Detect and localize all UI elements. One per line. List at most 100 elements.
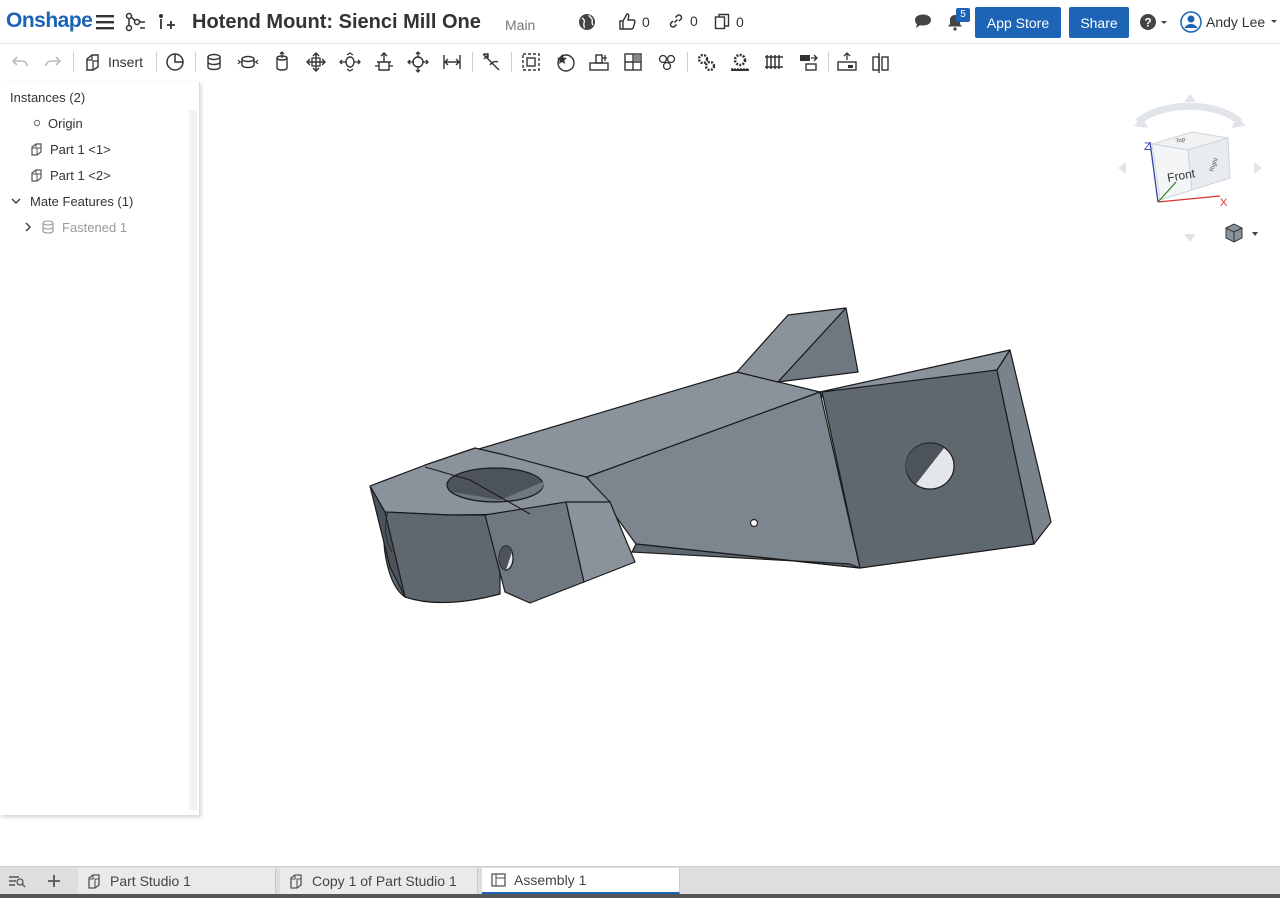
- menu-icon[interactable]: [94, 11, 116, 33]
- thumbs-up-icon: [619, 13, 636, 30]
- rotate-left-icon[interactable]: [1118, 162, 1126, 174]
- chevron-down-icon[interactable]: [10, 195, 22, 207]
- bottom-edge: [0, 894, 1280, 898]
- axis-x-label: X: [1220, 197, 1228, 209]
- toolbar-divider: [156, 52, 157, 72]
- onshape-logo[interactable]: Onshape: [6, 9, 93, 33]
- pin-slot-mate-icon[interactable]: [371, 49, 397, 75]
- ball-mate-icon[interactable]: [405, 49, 431, 75]
- fastened-mate-icon: [42, 220, 54, 234]
- undo-icon[interactable]: [7, 49, 33, 75]
- links-value: 0: [690, 13, 698, 29]
- svg-text:?: ?: [1144, 16, 1151, 30]
- rack-pinion-icon[interactable]: [727, 49, 753, 75]
- tree-item-part-1-1[interactable]: Part 1 <1>: [30, 140, 111, 158]
- user-name: Andy Lee: [1206, 14, 1266, 30]
- document-title[interactable]: Hotend Mount: Sienci Mill One: [192, 11, 481, 34]
- globe-icon[interactable]: [576, 11, 598, 33]
- tab-label: Assembly 1: [514, 872, 587, 888]
- model-render[interactable]: Z X Front Top Right: [200, 82, 1280, 866]
- insert-icon: [86, 54, 99, 71]
- toolbar-divider: [195, 52, 196, 72]
- link-icon: [669, 14, 683, 28]
- copies-count[interactable]: 0: [714, 13, 744, 30]
- tab-part-studio-1[interactable]: Part Studio 1: [78, 868, 276, 894]
- measure-icon[interactable]: [834, 49, 860, 75]
- tree-item-part-1-2[interactable]: Part 1 <2>: [30, 166, 111, 184]
- rotate-up-icon[interactable]: [1184, 94, 1196, 102]
- parallel-mate-icon[interactable]: [439, 49, 465, 75]
- group-icon[interactable]: [518, 49, 544, 75]
- view-options-icon[interactable]: [1225, 223, 1258, 243]
- tab-copy-part-studio-1[interactable]: Copy 1 of Part Studio 1: [280, 868, 478, 894]
- links-count[interactable]: 0: [668, 13, 698, 29]
- rotate-right-icon[interactable]: [1254, 162, 1262, 174]
- version-graph-icon[interactable]: [124, 11, 146, 33]
- tree-item-label: Mate Features (1): [30, 193, 134, 209]
- cylindrical-mate-icon[interactable]: [337, 49, 363, 75]
- app-header: Onshape Hotend Mount: Sienci Mill One Ma…: [0, 0, 1280, 44]
- help-icon[interactable]: ?: [1138, 11, 1170, 33]
- copy-icon: [714, 13, 730, 30]
- notification-badge: 5: [956, 8, 970, 22]
- chevron-right-icon[interactable]: [22, 221, 34, 233]
- tab-label: Part Studio 1: [110, 873, 191, 889]
- user-menu[interactable]: Andy Lee: [1180, 11, 1279, 33]
- chevron-down-icon: [1271, 20, 1278, 23]
- axis-z-label: Z: [1144, 141, 1151, 153]
- pattern-icon[interactable]: [654, 49, 680, 75]
- toolbar-divider: [511, 52, 512, 72]
- gear-relation-icon[interactable]: [693, 49, 719, 75]
- linear-relation-icon[interactable]: [795, 49, 821, 75]
- tab-manager-icon[interactable]: [6, 871, 28, 891]
- section-view-icon[interactable]: [868, 49, 894, 75]
- mate-star-icon[interactable]: [552, 49, 578, 75]
- branch-label[interactable]: Main: [505, 17, 535, 33]
- revolute-mate-icon[interactable]: [235, 49, 261, 75]
- tab-bar: Part Studio 1 Copy 1 of Part Studio 1 As…: [0, 866, 1280, 894]
- add-tab-icon[interactable]: [43, 871, 65, 891]
- tree-item-fastened-1[interactable]: Fastened 1: [22, 218, 127, 236]
- insert-label: Insert: [108, 54, 144, 70]
- tree-item-label: Part 1 <2>: [50, 167, 111, 183]
- slider-mate-icon[interactable]: [269, 49, 295, 75]
- comments-icon[interactable]: [912, 11, 934, 33]
- origin-icon: [33, 119, 41, 127]
- instances-heading[interactable]: Instances (2): [10, 90, 85, 105]
- mate-connector-icon[interactable]: [162, 49, 188, 75]
- part-studio-icon: [88, 874, 100, 889]
- replicate-icon[interactable]: [620, 49, 646, 75]
- origin-marker[interactable]: [749, 518, 759, 528]
- mate-relation-icon[interactable]: [586, 49, 612, 75]
- insert-feature-icon[interactable]: [155, 11, 177, 33]
- part-icon: [31, 169, 42, 182]
- tab-label: Copy 1 of Part Studio 1: [312, 873, 457, 889]
- rotate-down-icon[interactable]: [1184, 234, 1196, 242]
- toolbar-divider: [687, 52, 688, 72]
- tab-assembly-1[interactable]: Assembly 1: [482, 868, 680, 894]
- graphics-viewport[interactable]: Z X Front Top Right: [200, 82, 1280, 866]
- toolbar-divider: [73, 52, 74, 72]
- part-icon: [31, 143, 42, 156]
- tree-item-label: Origin: [48, 115, 83, 131]
- fastened-mate-icon[interactable]: [201, 49, 227, 75]
- likes-value: 0: [642, 13, 650, 30]
- tree-item-origin[interactable]: Origin: [32, 114, 83, 132]
- redo-icon[interactable]: [40, 49, 66, 75]
- toolbar-divider: [472, 52, 473, 72]
- planar-mate-icon[interactable]: [303, 49, 329, 75]
- feature-toolbar: Insert: [0, 44, 1280, 80]
- assembly-icon: [491, 873, 506, 887]
- screw-relation-icon[interactable]: [761, 49, 787, 75]
- tree-item-label: Fastened 1: [62, 219, 128, 235]
- share-button[interactable]: Share: [1069, 7, 1129, 38]
- avatar-icon: [1180, 11, 1202, 33]
- tree-item-mate-features[interactable]: Mate Features (1): [10, 192, 133, 210]
- panel-scrollbar[interactable]: [189, 110, 197, 810]
- tangent-mate-icon[interactable]: [478, 49, 504, 75]
- app-store-button[interactable]: App Store: [975, 7, 1061, 38]
- toolbar-divider: [828, 52, 829, 72]
- likes-count[interactable]: 0: [618, 13, 650, 30]
- insert-button[interactable]: Insert: [84, 50, 143, 74]
- tree-item-label: Part 1 <1>: [50, 141, 111, 157]
